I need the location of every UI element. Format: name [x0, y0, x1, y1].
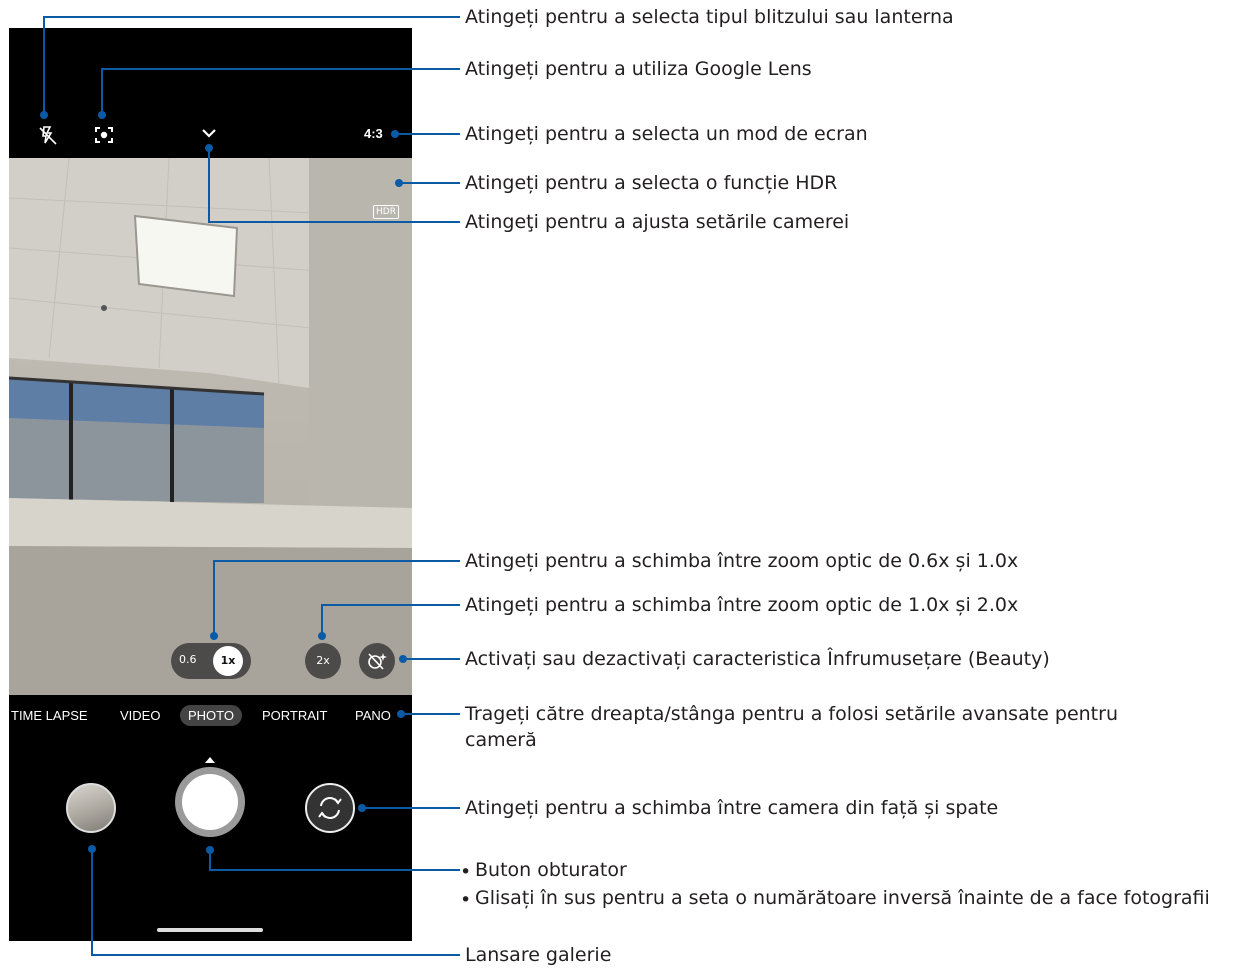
- home-indicator[interactable]: [157, 928, 263, 932]
- callout-settings: Atingeţi pentru a ajusta setările camere…: [465, 211, 850, 233]
- google-lens-icon[interactable]: [93, 124, 115, 146]
- ceiling-light: [133, 214, 239, 298]
- hdr-badge[interactable]: HDR: [373, 205, 399, 219]
- bullet-mark: •: [460, 861, 472, 883]
- camera-screen: 4:3 HDR 0.6 1x 2x TIME LAPSE VIDEO PHOTO…: [9, 28, 412, 941]
- zoom-normal-button[interactable]: 1x: [213, 646, 243, 676]
- callout-beauty: Activați sau dezactivați caracteristica …: [465, 648, 1050, 670]
- mode-time-lapse[interactable]: TIME LAPSE: [11, 708, 88, 723]
- camera-viewfinder[interactable]: HDR: [9, 158, 412, 695]
- callout-aspect: Atingeți pentru a selecta un mod de ecra…: [465, 123, 868, 145]
- callout-modes: Trageți către dreapta/stânga pentru a fo…: [465, 703, 1118, 751]
- bullet-mark: •: [460, 889, 472, 911]
- callout-switch: Atingeți pentru a schimba între camera d…: [465, 797, 999, 819]
- mode-pano[interactable]: PANO: [355, 708, 391, 723]
- shutter-inner: [182, 774, 238, 830]
- chevron-down-icon[interactable]: [199, 126, 219, 140]
- callout-flash: Atingeți pentru a selecta tipul blitzulu…: [465, 6, 954, 28]
- camera-bottom-bar: TIME LAPSE VIDEO PHOTO PORTRAIT PANO: [9, 695, 412, 941]
- timer-caret-icon: [205, 757, 215, 763]
- callout-zoom-2x: Atingeți pentru a schimba între zoom opt…: [465, 594, 1019, 616]
- camera-topbar: 4:3: [9, 28, 412, 158]
- beauty-button[interactable]: [359, 643, 395, 679]
- viewfinder-scene: [9, 158, 412, 695]
- mode-video[interactable]: VIDEO: [120, 708, 160, 723]
- zoom-toggle[interactable]: 0.6 1x: [171, 643, 251, 679]
- ceiling-sensor: [101, 305, 107, 311]
- beauty-off-icon: [368, 653, 387, 670]
- gallery-thumbnail[interactable]: [66, 783, 116, 833]
- zoom-tele-button[interactable]: 2x: [305, 643, 341, 679]
- callout-gallery: Lansare galerie: [465, 944, 612, 966]
- flash-off-icon[interactable]: [37, 124, 59, 146]
- mode-photo[interactable]: PHOTO: [180, 705, 242, 726]
- callout-shutter-1: Buton obturator: [475, 859, 627, 881]
- shutter-button[interactable]: [175, 767, 245, 837]
- aspect-ratio-button[interactable]: 4:3: [364, 126, 383, 141]
- callout-hdr: Atingeți pentru a selecta o funcție HDR: [465, 172, 838, 194]
- callout-zoom-06: Atingeți pentru a schimba între zoom opt…: [465, 550, 1019, 572]
- switch-camera-icon: [318, 797, 342, 819]
- callout-shutter-2: Glisați în sus pentru a seta o numărătoa…: [475, 887, 1210, 909]
- zoom-wide-label[interactable]: 0.6: [179, 653, 197, 666]
- switch-camera-button[interactable]: [305, 783, 355, 833]
- mode-portrait[interactable]: PORTRAIT: [262, 708, 328, 723]
- callout-lens: Atingeți pentru a utiliza Google Lens: [465, 58, 812, 80]
